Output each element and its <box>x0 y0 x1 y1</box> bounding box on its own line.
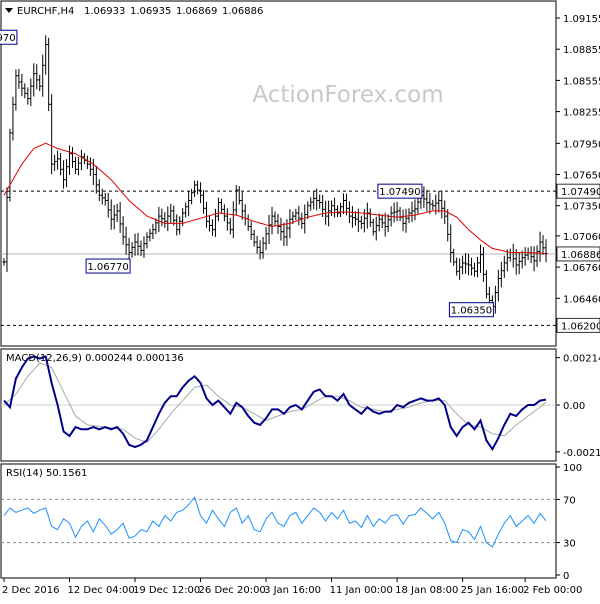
price-axis-tick-label: 1.07350 <box>563 202 600 213</box>
chart-canvas: ActionForex.com 1.08970 1.07490 1.06770 1.0… <box>0 0 600 600</box>
time-axis-label: 2 Feb 00:00 <box>523 585 582 596</box>
price-axis-tick-label: 1.08855 <box>563 45 600 56</box>
price-annotation-3: 1.06350 <box>448 302 494 318</box>
ohlc-low-value: 1.06869 <box>176 6 217 17</box>
price-axis-tick-label: 1.07650 <box>563 171 600 182</box>
time-axis-label: 25 Jan 16:00 <box>461 585 524 596</box>
level-axis-label-0: 1.07490 <box>556 183 600 199</box>
annotation-label: 1.08970 <box>0 33 16 44</box>
price-axis-tick-label: 1.06460 <box>563 294 600 305</box>
time-axis-label: 11 Jan 00:00 <box>330 585 393 596</box>
price-axis-tick-label: 1.06760 <box>563 263 600 274</box>
price-annotation-1: 1.07490 <box>377 183 423 199</box>
watermark-text: ActionForex.com <box>252 82 443 108</box>
time-axis-label: 3 Jan 16:00 <box>264 585 321 596</box>
rsi-indicator-label: RSI(14) 50.1561 <box>6 468 87 479</box>
macd-axis-tick-label: 0.00 <box>563 401 585 412</box>
current-price-axis-label-text: 1.06886 <box>561 250 600 261</box>
ohlc-open-value: 1.06933 <box>84 6 125 17</box>
ohlc-close-value: 1.06886 <box>222 6 263 17</box>
macd-axis-tick-label: -0.002122 <box>563 448 600 459</box>
time-axis-label: 12 Dec 04:00 <box>68 585 135 596</box>
rsi-axis-tick-label: 30 <box>563 539 576 550</box>
level-axis-label-0-text: 1.07490 <box>561 187 600 198</box>
annotation-label: 1.06350 <box>451 306 492 317</box>
time-axis-label: 26 Dec 20:00 <box>199 585 266 596</box>
annotation-label: 1.07490 <box>379 187 420 198</box>
time-axis-label: 2 Dec 2016 <box>2 585 60 596</box>
symbol-timeframe-label: EURCHF,H4 <box>17 6 74 17</box>
rsi-axis-tick-label: 70 <box>563 495 576 506</box>
rsi-axis-tick-label: 0 <box>563 571 569 582</box>
price-axis-tick-label: 1.07950 <box>563 139 600 150</box>
time-axis-label: 18 Jan 08:00 <box>395 585 458 596</box>
price-axis-tick-label: 1.07060 <box>563 232 600 243</box>
macd-indicator-label: MACD(12,26,9) 0.000244 0.000136 <box>6 353 184 364</box>
macd-axis-tick-label: 0.002145 <box>563 354 600 365</box>
level-axis-label-1: 1.06200 <box>556 317 600 333</box>
rsi-axis-tick-label: 100 <box>563 463 582 474</box>
price-axis-tick-label: 1.09155 <box>563 14 600 25</box>
price-annotation-2: 1.06770 <box>85 258 131 274</box>
ohlc-high-value: 1.06935 <box>130 6 171 17</box>
current-price-axis-label: 1.06886 <box>556 246 600 262</box>
price-axis-tick-label: 1.08555 <box>563 76 600 87</box>
price-annotation-0: 1.08970 <box>0 29 18 45</box>
price-axis-tick-label: 1.08255 <box>563 108 600 119</box>
chart-window: ActionForex.com 1.08970 1.07490 1.06770 1.0… <box>0 0 600 600</box>
annotation-label: 1.06770 <box>87 262 128 273</box>
level-axis-label-1-text: 1.06200 <box>561 321 600 332</box>
time-axis-label: 19 Dec 12:00 <box>133 585 200 596</box>
